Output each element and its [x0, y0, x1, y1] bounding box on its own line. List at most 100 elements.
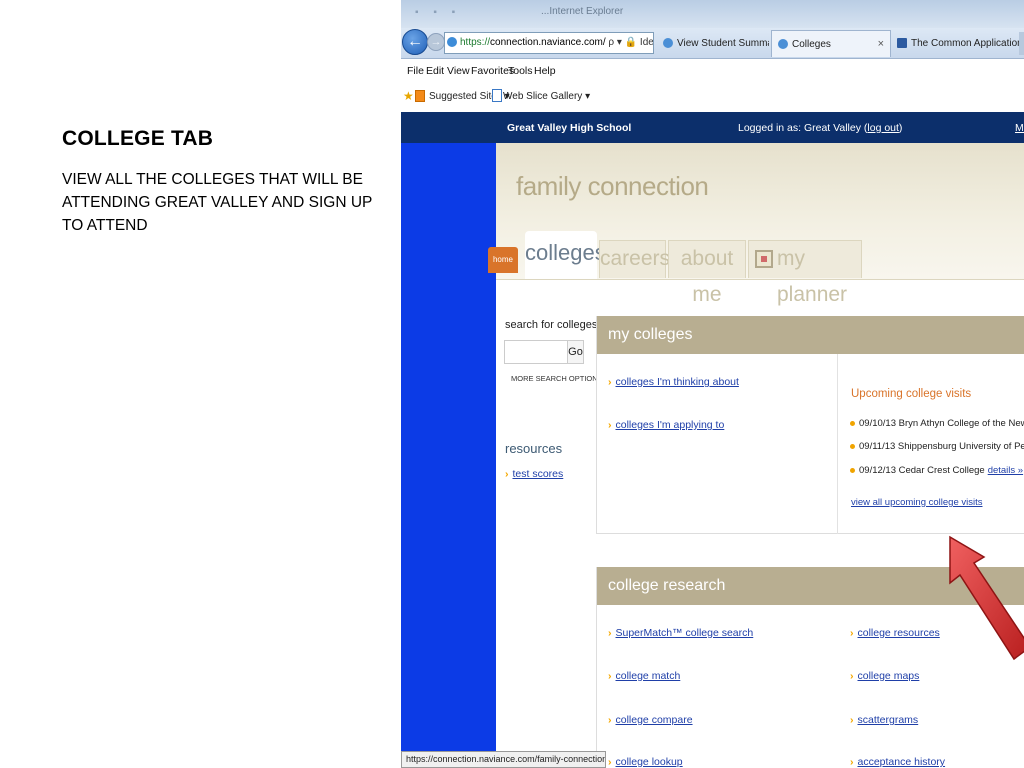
- tab-label: View Student Summary: [677, 38, 769, 49]
- go-button[interactable]: Go: [567, 340, 584, 364]
- back-button[interactable]: ←: [402, 29, 428, 55]
- chevron-right-icon: ›: [608, 376, 612, 388]
- brand-logo: family connection: [516, 171, 709, 201]
- colleges-thinking-link[interactable]: › colleges I'm thinking about: [608, 376, 739, 388]
- nav-tab-my-planner[interactable]: my planner: [748, 240, 862, 306]
- chevron-right-icon: ›: [850, 670, 854, 682]
- chevron-right-icon: ›: [608, 756, 612, 768]
- research-right-label: college maps: [857, 670, 920, 682]
- school-name: Great Valley High School: [507, 122, 632, 134]
- window-title: ...Internet Explorer: [541, 6, 624, 17]
- tab-label: The Common Application: [911, 38, 1019, 49]
- research-right-label: scattergrams: [857, 714, 919, 726]
- resources-heading: resources: [505, 441, 563, 456]
- titlebar-buttons: ▪ ▪ ▪: [415, 7, 462, 18]
- planner-label: my planner: [777, 247, 848, 306]
- favorites-star-icon[interactable]: ★: [403, 89, 414, 103]
- college-compare-link[interactable]: › college compare: [608, 714, 693, 726]
- address-protocol: https://: [460, 37, 491, 48]
- nav-tab-about-me[interactable]: about me: [668, 240, 746, 306]
- tab-view-student-summary[interactable]: View Student Summary: [657, 30, 769, 57]
- site-icon: [447, 37, 457, 48]
- browser-screenshot: ▪ ▪ ▪ ...Internet Explorer ← → https://c…: [401, 0, 1024, 768]
- upcoming-visits-heading: Upcoming college visits: [851, 388, 972, 400]
- college-visit-item: 09/12/13 Cedar Crest College details »: [850, 465, 1023, 476]
- header-right-link[interactable]: Me: [1015, 122, 1024, 134]
- slide-title: COLLEGE TAB: [62, 127, 214, 150]
- test-scores-label: test scores: [512, 468, 564, 480]
- address-host: connection.naviance.com/: [490, 37, 606, 48]
- side-background: [401, 143, 496, 768]
- logout-link[interactable]: log out: [867, 122, 899, 134]
- logged-prefix: Logged in as: Great Valley (: [738, 122, 868, 134]
- college-search-input[interactable]: [504, 340, 568, 364]
- naviance-icon: [778, 39, 788, 49]
- nav-tab-home[interactable]: home: [488, 247, 518, 273]
- college-visit-item: 09/10/13 Bryn Athyn College of the New C…: [850, 418, 1024, 429]
- address-tools[interactable]: ρ ▾ 🔒 Identified .. ⊠ ↻: [608, 37, 653, 48]
- colleges-applying-link[interactable]: › colleges I'm applying to: [608, 419, 724, 431]
- chevron-right-icon: ›: [850, 756, 854, 768]
- address-bar[interactable]: https://connection.naviance.com/ ρ ▾ 🔒 I…: [444, 32, 654, 54]
- tab-colleges[interactable]: Colleges ×: [771, 30, 891, 57]
- menu-file[interactable]: File: [407, 65, 424, 77]
- common-app-icon: [897, 38, 907, 48]
- bullet-icon: [850, 443, 855, 449]
- college-lookup-link[interactable]: › college lookup: [608, 756, 683, 768]
- planner-icon: [755, 250, 773, 268]
- page-header: Great Valley High School Logged in as: G…: [401, 112, 1024, 143]
- naviance-icon: [663, 38, 673, 48]
- forward-arrow-icon: →: [430, 36, 442, 48]
- menu-edit[interactable]: Edit: [426, 65, 444, 77]
- close-tab-icon[interactable]: ×: [878, 31, 884, 57]
- logged-in-text: Logged in as: Great Valley (log out): [738, 122, 902, 134]
- research-right-label: acceptance history: [857, 756, 946, 768]
- slide-description: VIEW ALL THE COLLEGES THAT WILL BE ATTEN…: [62, 171, 373, 234]
- back-arrow-icon: ←: [407, 33, 423, 50]
- acceptance-history-link[interactable]: › acceptance history: [850, 756, 945, 768]
- forward-button[interactable]: →: [427, 33, 445, 51]
- college-resources-link[interactable]: › college resources: [850, 627, 940, 639]
- chevron-right-icon: ›: [850, 714, 854, 726]
- tab-label: Colleges: [792, 39, 831, 50]
- web-slice-gallery-link[interactable]: Web Slice Gallery ▾: [503, 91, 590, 102]
- scattergrams-link[interactable]: › scattergrams: [850, 714, 918, 726]
- visit-text: 09/12/13 Cedar Crest College: [859, 465, 985, 476]
- my-colleges-panel: my colleges › colleges I'm thinking about…: [596, 316, 1024, 534]
- chevron-right-icon: ›: [608, 627, 612, 639]
- colleges-applying-label: colleges I'm applying to: [615, 419, 725, 431]
- chevron-right-icon: ›: [505, 468, 509, 480]
- college-match-link[interactable]: › college match: [608, 670, 680, 682]
- tab-common-application[interactable]: The Common Application: [891, 30, 1019, 57]
- menu-help[interactable]: Help: [534, 65, 556, 77]
- chevron-right-icon: ›: [850, 627, 854, 639]
- view-all-visits-link[interactable]: view all upcoming college visits: [851, 497, 982, 508]
- panel-divider: [837, 354, 838, 534]
- navigation-bar: ← → https://connection.naviance.com/ ρ ▾…: [401, 28, 1024, 59]
- suggested-sites-icon: [415, 90, 425, 102]
- banner: family connection home colleges careers …: [488, 143, 1024, 306]
- red-pointer-arrow-icon: [949, 535, 1024, 661]
- my-colleges-heading: my colleges: [597, 316, 1024, 354]
- menu-bar: File Edit View Favorites Tools Help: [401, 59, 1024, 83]
- research-left-label: SuperMatch™ college search: [615, 627, 754, 639]
- visit-text: 09/10/13 Bryn Athyn College of the New C…: [859, 418, 1024, 429]
- research-right-label: college resources: [857, 627, 940, 639]
- new-tab-button[interactable]: [1019, 32, 1024, 55]
- colleges-thinking-label: colleges I'm thinking about: [615, 376, 739, 388]
- test-scores-link[interactable]: › test scores: [505, 468, 563, 480]
- slide: COLLEGE TAB VIEW ALL THE COLLEGES THAT W…: [0, 0, 1024, 768]
- menu-view[interactable]: View: [447, 65, 470, 77]
- visit-details-link[interactable]: details »: [988, 465, 1023, 476]
- menu-tools[interactable]: Tools: [508, 65, 533, 77]
- research-left-label: college match: [615, 670, 681, 682]
- visit-text: 09/11/13 Shippensburg University of Penn…: [859, 441, 1024, 452]
- college-visit-item: 09/11/13 Shippensburg University of Penn…: [850, 441, 1024, 452]
- logged-suffix: ): [898, 122, 903, 134]
- supermatch-link[interactable]: › SuperMatch™ college search: [608, 627, 753, 639]
- nav-tab-colleges[interactable]: colleges: [525, 231, 606, 281]
- college-maps-link[interactable]: › college maps: [850, 670, 919, 682]
- bullet-icon: [850, 420, 855, 426]
- nav-tab-careers[interactable]: careers: [599, 240, 670, 278]
- research-left-label: college compare: [615, 714, 693, 726]
